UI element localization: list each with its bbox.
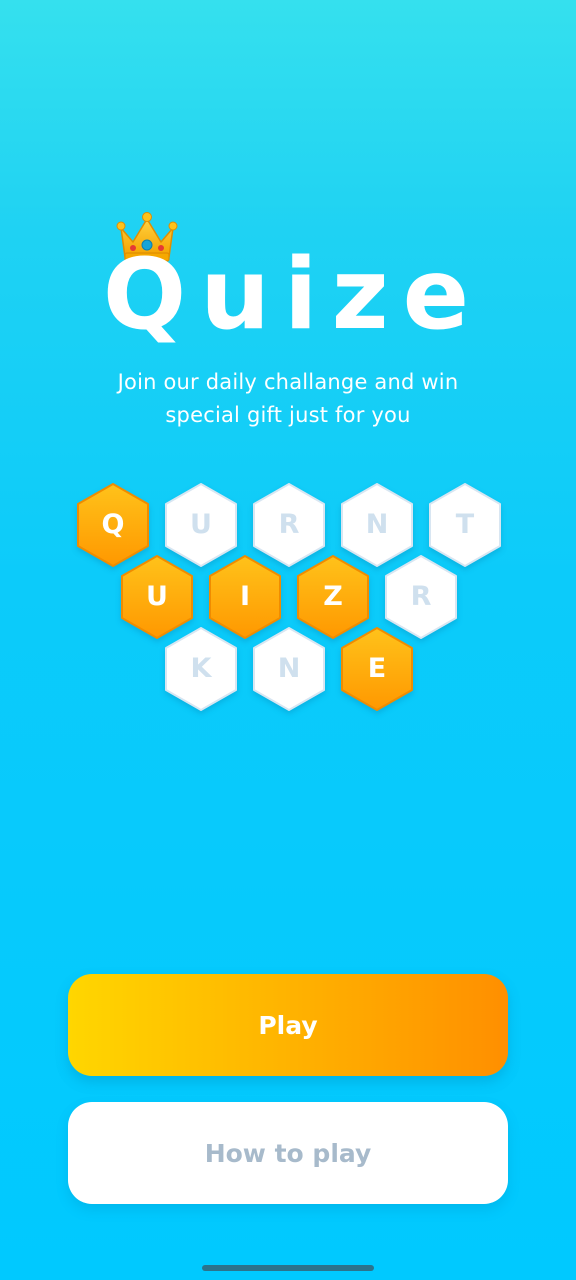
how-to-play-button[interactable]: How to play (68, 1102, 508, 1204)
hex-tile[interactable]: E (338, 626, 416, 712)
hex-letter: K (190, 653, 212, 684)
subtitle-line-1: Join our daily challange and win (117, 370, 459, 394)
home-screen: Quize Join our daily challange and win s… (0, 0, 576, 1280)
app-title: Quize (102, 238, 484, 352)
app-subtitle: Join our daily challange and win special… (60, 366, 516, 432)
play-button[interactable]: Play (68, 974, 508, 1076)
hex-letter: N (277, 653, 301, 684)
subtitle-line-2: special gift just for you (165, 403, 411, 427)
hex-letter: E (367, 653, 387, 684)
hex-tile[interactable]: K (162, 626, 240, 712)
home-indicator (202, 1265, 374, 1271)
hex-tile[interactable]: N (250, 626, 328, 712)
